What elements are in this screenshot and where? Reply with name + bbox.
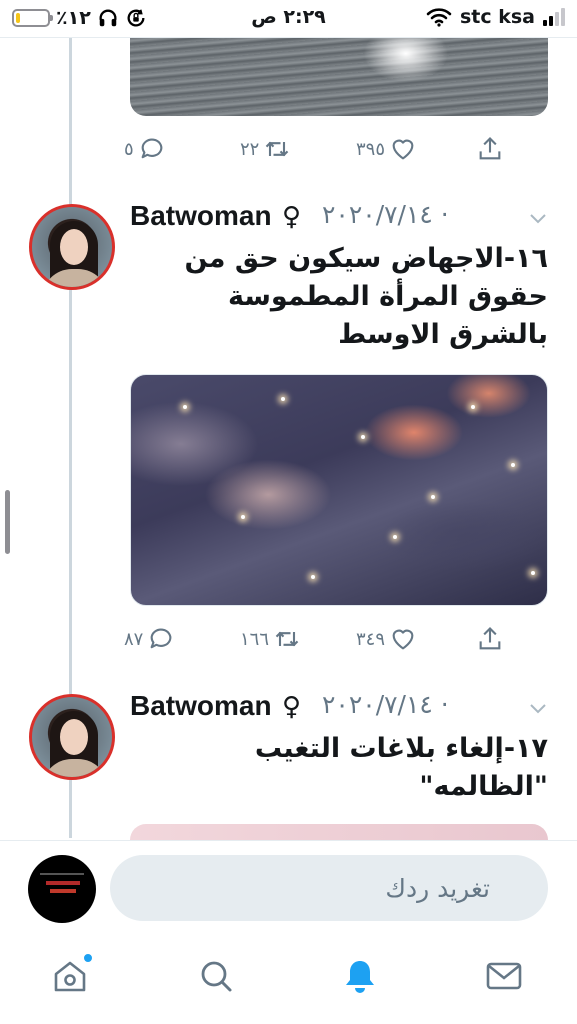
- nav-search[interactable]: [196, 956, 240, 1000]
- reply-button[interactable]: ٥: [124, 132, 166, 166]
- retweet-count: ١٦٦: [240, 628, 270, 650]
- scroll-indicator[interactable]: [5, 490, 10, 554]
- like-button[interactable]: ٣٤٩: [356, 622, 417, 656]
- tweet-actions: ٨٧ ١٦٦ ٣٤٩: [124, 622, 548, 656]
- tweet-date: ٢٠٢٠/٧/١٤ ·: [322, 200, 449, 229]
- nav-home[interactable]: [50, 952, 94, 1000]
- retweet-icon: [275, 631, 299, 647]
- tweet-text: ١٦-الاجهاض سيكون حق من حقوق المرأة المطم…: [184, 243, 548, 350]
- bottom-nav: [0, 936, 577, 1024]
- notification-dot: [82, 952, 94, 964]
- nav-notifications[interactable]: [340, 956, 384, 1000]
- signal-bars-icon: [543, 8, 565, 26]
- reply-count: ٥: [124, 138, 134, 160]
- status-bar: ٪١٢ ٢:٢٩ ص stc ksa: [0, 0, 577, 38]
- username-symbol: ♀: [282, 202, 302, 232]
- like-button[interactable]: ٣٩٥: [356, 132, 417, 166]
- reply-button[interactable]: ٨٧: [124, 622, 175, 656]
- avatar[interactable]: [29, 204, 115, 290]
- retweet-button[interactable]: ١٦٦: [240, 622, 301, 656]
- heart-icon: [392, 629, 414, 650]
- tweet-actions: ٥ ٢٢ ٣٩٥: [124, 132, 548, 166]
- status-bar-right: stc ksa: [426, 6, 565, 28]
- carrier-name: stc ksa: [459, 6, 535, 28]
- reply-composer: [0, 840, 577, 936]
- reply-icon: [141, 138, 163, 159]
- my-avatar[interactable]: [28, 855, 96, 923]
- bell-icon: [346, 961, 374, 993]
- share-button[interactable]: [476, 622, 504, 656]
- chevron-down-icon[interactable]: [526, 696, 550, 720]
- share-icon: [479, 627, 501, 650]
- wifi-icon: [426, 8, 452, 27]
- tweet-header: Batwoman ♀ ٢٠٢٠/٧/١٤ ·: [130, 200, 560, 236]
- like-count: ٣٤٩: [356, 628, 386, 650]
- share-button[interactable]: [476, 132, 504, 166]
- username[interactable]: Batwoman: [130, 200, 272, 232]
- username[interactable]: Batwoman: [130, 690, 272, 722]
- share-icon: [479, 137, 501, 160]
- tweet-media-sea[interactable]: [130, 38, 548, 116]
- nav-messages[interactable]: [484, 956, 528, 1000]
- retweet-icon: [266, 141, 289, 157]
- reply-input[interactable]: [110, 855, 548, 921]
- avatar[interactable]: [29, 694, 115, 780]
- heart-icon: [392, 139, 414, 160]
- tweet-date: ٢٠٢٠/٧/١٤ ·: [322, 690, 449, 719]
- tweet-media-sky[interactable]: [130, 374, 548, 606]
- retweet-button[interactable]: ٢٢: [240, 132, 291, 166]
- tweet-header: Batwoman ♀ ٢٠٢٠/٧/١٤ ·: [130, 690, 560, 726]
- search-icon: [201, 961, 232, 992]
- retweet-count: ٢٢: [240, 138, 260, 160]
- username-symbol: ♀: [282, 692, 302, 722]
- tweet-media-pink[interactable]: [130, 824, 548, 840]
- tweet-text: ١٧-إلغاء بلاغات التغيب "الظالمه": [254, 733, 548, 802]
- like-count: ٣٩٥: [356, 138, 386, 160]
- chevron-down-icon[interactable]: [526, 206, 550, 230]
- reply-count: ٨٧: [124, 628, 144, 650]
- reply-icon: [150, 628, 172, 649]
- mail-icon: [486, 962, 522, 990]
